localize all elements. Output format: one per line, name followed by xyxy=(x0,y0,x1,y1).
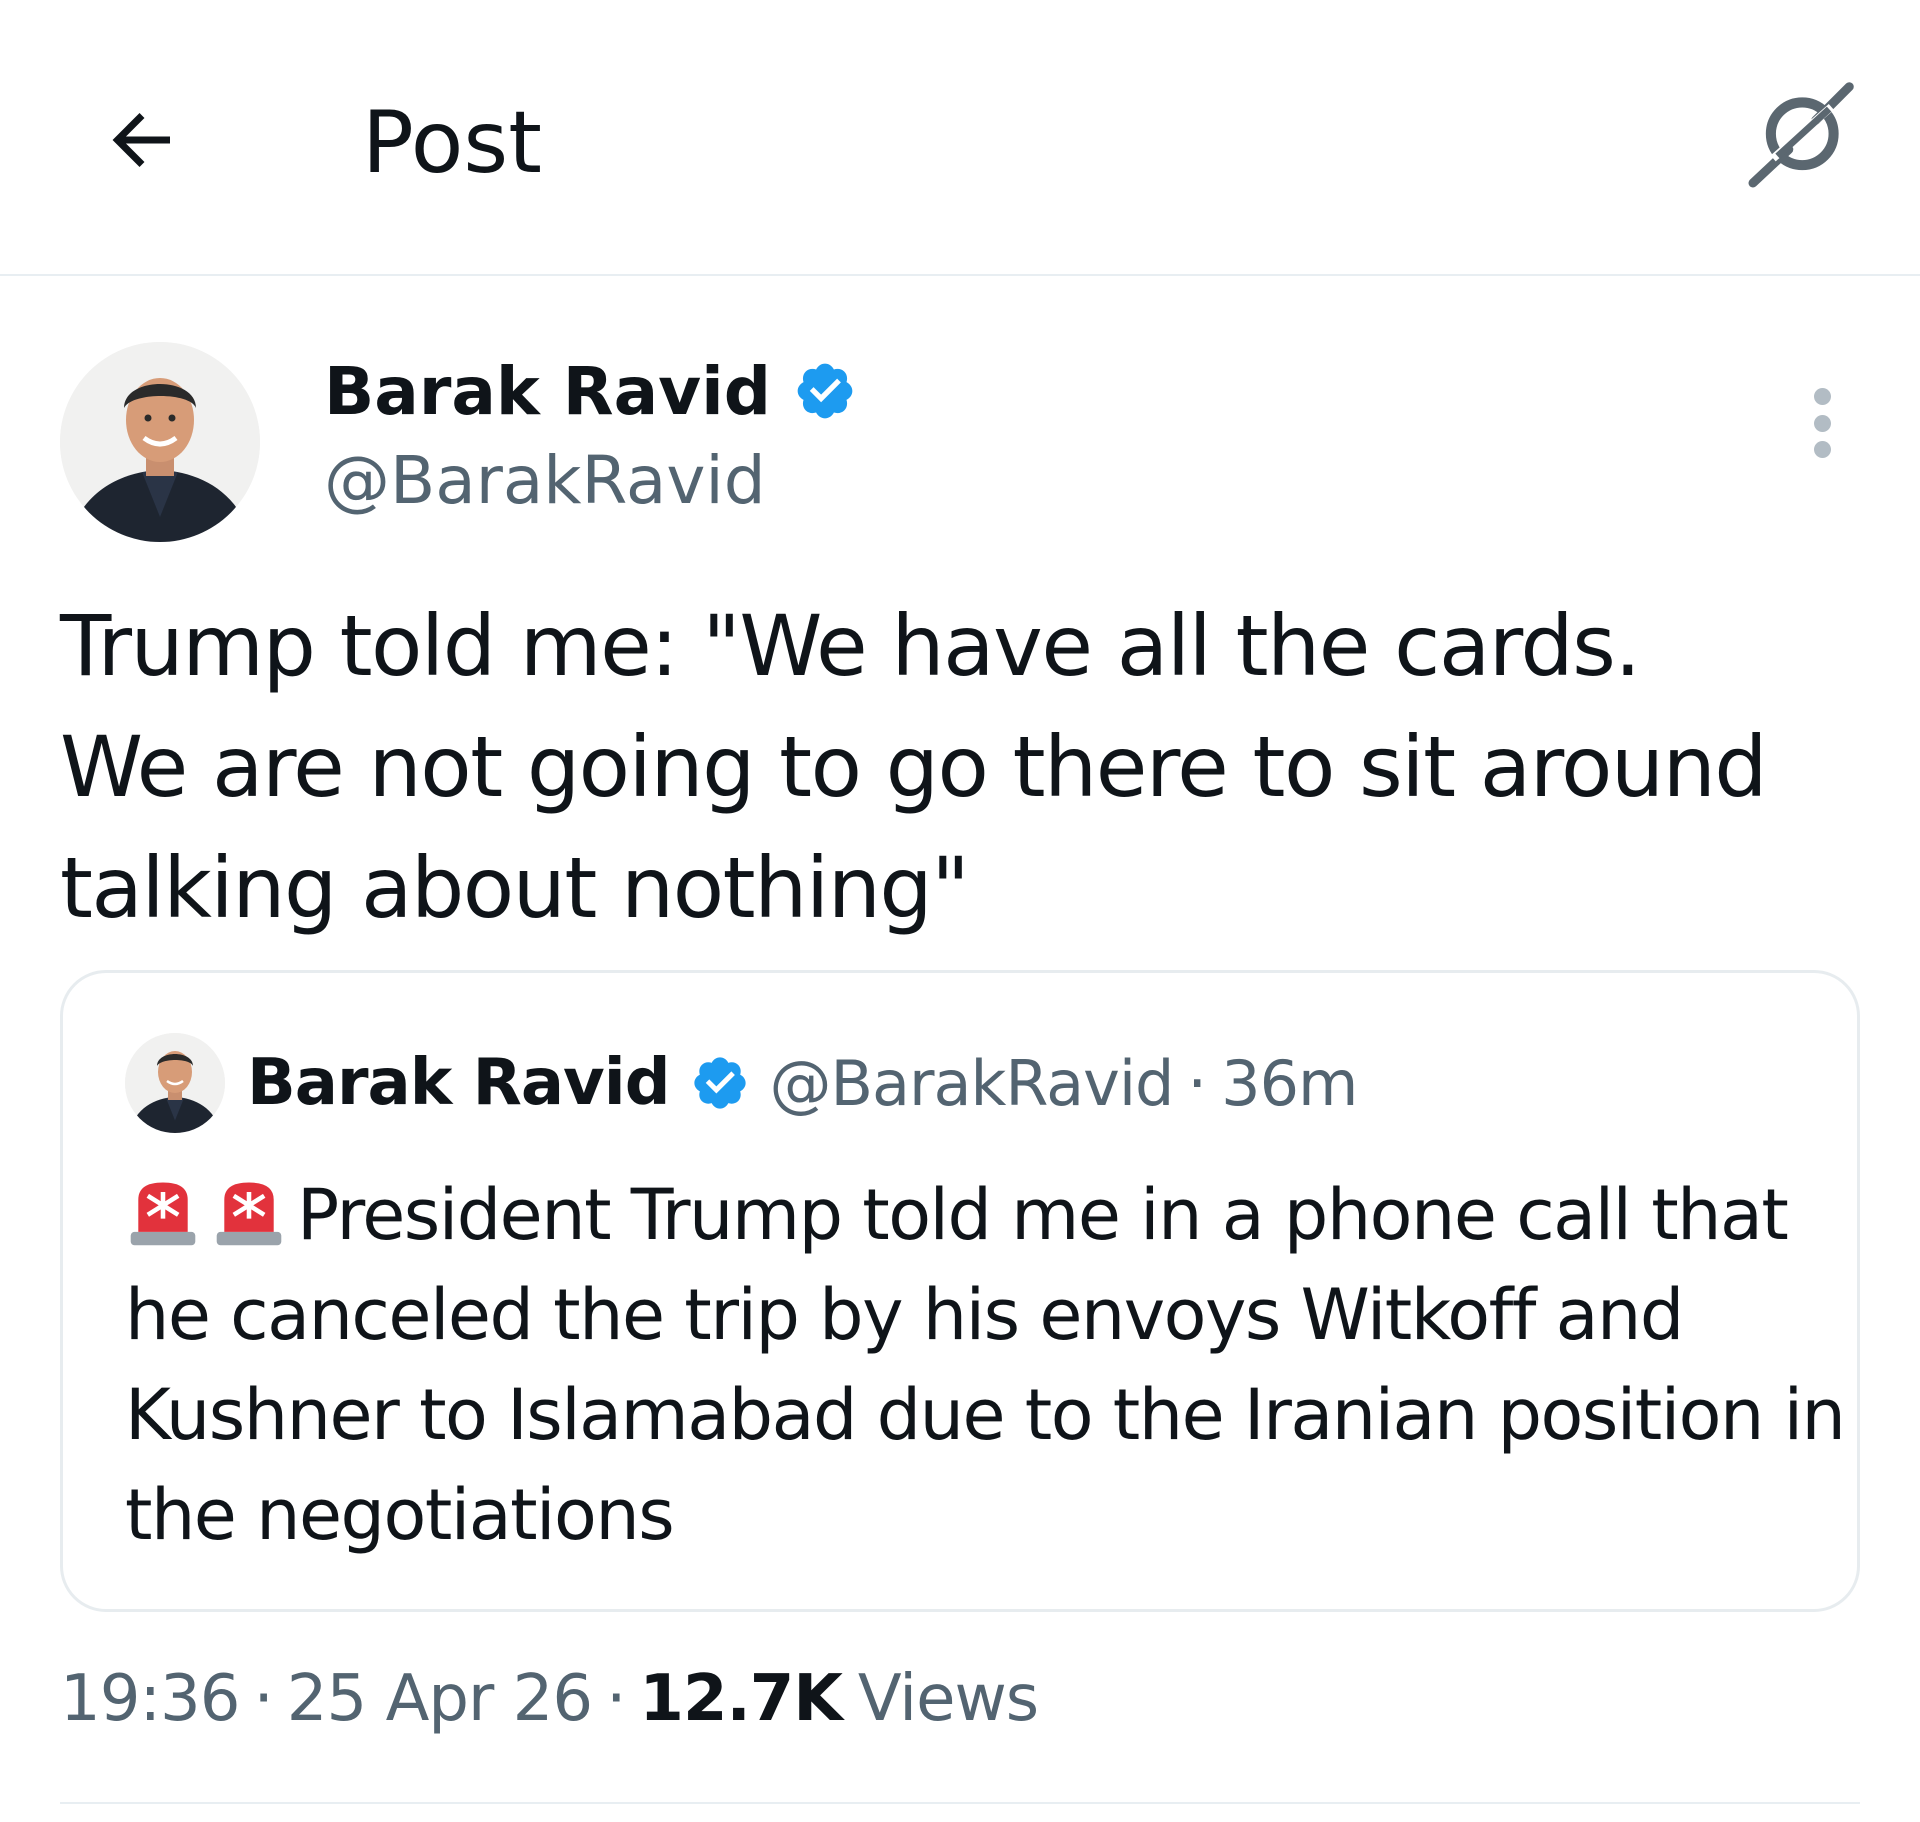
more-options-button[interactable] xyxy=(1786,378,1858,468)
post-meta: 19:36 · 25 Apr 26 · 12.7K Views xyxy=(60,1654,1039,1744)
quote-separator: · xyxy=(1187,1046,1208,1120)
quoted-post-card[interactable]: Barak Ravid @BarakRavid · 36m President … xyxy=(60,970,1860,1612)
post-date[interactable]: 25 Apr 26 xyxy=(287,1662,593,1736)
author-name[interactable]: Barak Ravid xyxy=(324,353,771,430)
quote-author-name: Barak Ravid xyxy=(247,1046,670,1120)
avatar-photo xyxy=(125,1033,225,1133)
divider xyxy=(60,1802,1860,1804)
post-text: Trump told me: "We have all the cards. W… xyxy=(60,597,1768,937)
more-dot-icon xyxy=(1813,414,1831,432)
verified-badge-icon xyxy=(693,1057,746,1109)
grok-icon xyxy=(1748,82,1854,188)
quote-author-handle: @BarakRavid xyxy=(769,1046,1175,1120)
more-dot-icon xyxy=(1813,388,1831,405)
back-button[interactable] xyxy=(92,90,192,190)
avatar-photo xyxy=(60,342,260,542)
more-dot-icon xyxy=(1813,441,1831,458)
author-name-row: Barak Ravid xyxy=(324,346,857,436)
verified-badge-icon[interactable] xyxy=(793,359,857,423)
meta-separator: · xyxy=(253,1662,273,1736)
author-handle[interactable]: @BarakRavid xyxy=(324,436,766,526)
author-avatar[interactable] xyxy=(60,342,260,542)
quote-header: Barak Ravid @BarakRavid · 36m xyxy=(247,1033,1358,1133)
top-header: Post xyxy=(0,0,1920,276)
views-label: Views xyxy=(857,1662,1039,1736)
police-light-icon xyxy=(216,1182,282,1246)
page-title: Post xyxy=(362,93,542,193)
police-light-icon xyxy=(130,1182,196,1246)
quote-author-avatar xyxy=(125,1033,225,1133)
views-count[interactable]: 12.7K xyxy=(639,1662,842,1736)
quote-text: President Trump told me in a phone call … xyxy=(125,1165,1846,1565)
quote-text-content: President Trump told me in a phone call … xyxy=(125,1174,1846,1556)
post-time[interactable]: 19:36 xyxy=(60,1662,240,1736)
quote-time: 36m xyxy=(1221,1046,1358,1120)
grok-button[interactable] xyxy=(1738,74,1862,198)
arrow-left-icon xyxy=(112,113,170,167)
meta-separator: · xyxy=(606,1662,626,1736)
